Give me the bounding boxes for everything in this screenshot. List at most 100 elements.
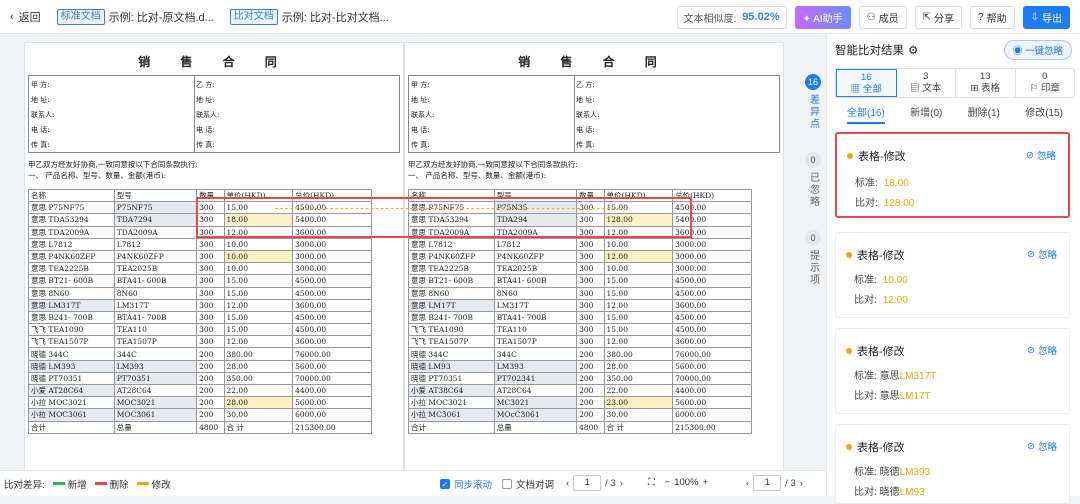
table-cell: 10.00 [223, 262, 294, 276]
table-cell: 小拉 MOC3021 [408, 396, 495, 410]
tab-deleted[interactable]: 删除(1) [968, 104, 1000, 124]
zoom-in-icon[interactable]: + [703, 477, 709, 488]
table-cell: 晓德 LM393 [28, 359, 115, 373]
standard-doc[interactable]: 标准文档 示例: 比对-原文档.d... [56, 8, 214, 25]
table-cell: 76000.00 [292, 347, 372, 361]
export-button[interactable]: ⇩ 导出 [1022, 5, 1070, 29]
table-row: 晓德 PT70351 PT70351 200 350.00 70000.00 [28, 371, 372, 386]
ai-icon: ✦ [802, 13, 811, 25]
diff-card[interactable]: 表格-修改 ⊘ 忽略 标准: 10.00 比对: 12.00 [835, 232, 1070, 318]
table-cell: 意思 BT21- 600B [408, 274, 495, 288]
modified-dot [847, 153, 853, 159]
table-row: 意思 8N60 8N60 300 15.00 4500.00 [408, 286, 752, 300]
diff-link-line [275, 208, 625, 209]
table-cell: 意思 P4NK60ZFP [28, 249, 115, 264]
sync-scroll-toggle[interactable]: ✓ 同步滚动 [440, 477, 492, 491]
table-row: 意思 TEA2225B TEA2025B 300 10.00 3000.00 [408, 262, 752, 276]
standard-value-row: 标准: 意思LM317T [854, 371, 937, 382]
table-cell: BTA41- 700B [113, 310, 198, 325]
share-button[interactable]: ⇱ 分享 [914, 5, 963, 29]
zoom-out-icon[interactable]: − [665, 477, 671, 488]
table-cell: 200 [196, 371, 225, 386]
nav-ignored[interactable]: 0 已忽略 [803, 152, 823, 208]
table-cell: 意思 P4NK60ZFP [408, 249, 495, 264]
table-row: 意思 P4NK60ZFP P4NK60ZFP 300 10.00 3000.00 [28, 249, 372, 264]
ignore-button[interactable]: ⊘ 忽略 [1027, 247, 1057, 262]
compare-doc[interactable]: 比对文档 示例: 比对-比对文档... [229, 8, 389, 25]
ai-assistant-button[interactable]: ✦ AI助手 [794, 5, 851, 29]
settings-icon[interactable]: ⚙ [908, 43, 918, 57]
cat-table[interactable]: 13 ⊞ 表格 [956, 69, 1016, 97]
table-cell: 300 [576, 237, 605, 251]
document-area[interactable]: 销 售 合 同 甲 方: 地 址: 联系人: 电 话: 传 真: 乙 方: 地 … [0, 34, 800, 470]
table-cell: 意思 LM317T [28, 298, 115, 312]
table-cell: BTA41- 600B [113, 274, 198, 288]
table-cell: 300 [576, 286, 605, 300]
table-cell: 10.00 [603, 262, 674, 276]
table-cell: 200 [576, 359, 605, 373]
table-cell: 300 [196, 237, 225, 251]
table-cell: 22.00 [223, 383, 294, 398]
table-cell: 小爱 AT28C64 [28, 383, 115, 398]
doc-swap-toggle[interactable]: 文档对调 [502, 477, 554, 491]
table-cell: 30.00 [603, 408, 674, 422]
member-button[interactable]: ⚇ 成员 [858, 5, 907, 29]
table-cell: 300 [576, 310, 605, 325]
tab-added[interactable]: 新增(0) [910, 104, 942, 124]
cat-all[interactable]: 16 ▦ 全部 [836, 69, 897, 97]
tab-all[interactable]: 全部(16) [847, 104, 885, 124]
chevron-right-icon[interactable]: › [620, 478, 623, 489]
nav-hints[interactable]: 0 提示项 [803, 230, 823, 286]
back-button[interactable]: ‹ 返回 [10, 9, 41, 25]
table-cell: 300 [196, 323, 225, 337]
table-cell: 4500.00 [292, 274, 372, 288]
compare-doc-tag: 比对文档 [229, 8, 278, 25]
ignore-all-button[interactable]: ◉ 一键忽略 [1003, 40, 1072, 60]
chevron-right-icon[interactable]: › [800, 478, 803, 489]
table-cell: 344C [493, 347, 578, 361]
table-cell: BTA41- 700B [493, 310, 578, 325]
sub-tabs: 全部(16) 新增(0) 删除(1) 修改(15) [835, 104, 1075, 124]
table-cell: 300 [576, 323, 605, 337]
diff-card[interactable]: 表格-修改 ⊘ 忽略 标准: 18.00 比对: 128.00 [835, 132, 1070, 218]
right-page-input[interactable]: 1 [753, 475, 782, 491]
table-cell: 300 [196, 335, 225, 349]
table-cell: 350.00 [223, 371, 294, 386]
table-row: 晓德 344C 344C 200 380.00 76000.00 [28, 347, 372, 361]
table-cell: TEA1507P [113, 335, 198, 349]
table-cell: 意思 8N60 [28, 286, 115, 300]
table-cell: 200 [196, 383, 225, 398]
diff-card[interactable]: 表格-修改 ⊘ 忽略 标准: 晓德LM393 比对: 晓德LM93 [835, 424, 1070, 504]
table-cell: 飞飞 TEA1507P [28, 335, 115, 349]
fit-screen-icon[interactable]: ⛶ [648, 477, 655, 488]
table-cell: 意思 L7812 [408, 237, 495, 251]
help-icon: ? [978, 11, 984, 23]
standard-doc-name: 示例: 比对-原文档.d... [108, 11, 214, 24]
ignore-button[interactable]: ⊘ 忽略 [1026, 148, 1056, 163]
similarity-value: 95.02% [742, 11, 780, 23]
table-cell: 意思 TEA2225B [408, 262, 495, 276]
table-row: 晓德 PT70351 PT702341 200 350.00 70000.00 [408, 371, 752, 386]
modified-dot [846, 444, 852, 450]
diff-card[interactable]: 表格-修改 ⊘ 忽略 标准: 意思LM317T 比对: 意思LM17T [835, 328, 1070, 414]
chevron-left-icon[interactable]: ‹ [566, 478, 569, 489]
help-button[interactable]: ? 帮助 [970, 5, 1015, 29]
cat-text[interactable]: 3 ▤ 文本 [897, 69, 956, 97]
table-cell: 200 [576, 347, 605, 361]
contract-title: 销 售 合 同 [138, 55, 290, 69]
table-cell: 12.00 [223, 298, 294, 312]
table-cell: MOC3021 [113, 396, 198, 410]
cat-seal[interactable]: 0 ⚐ 印章 [1016, 69, 1075, 97]
table-cell: 意思 TEA2225B [28, 262, 115, 276]
standard-value-row: 标准: 10.00 [854, 275, 908, 286]
chevron-left-icon[interactable]: ‹ [746, 478, 749, 489]
tab-modified[interactable]: 修改(15) [1025, 104, 1063, 124]
nav-diff-points[interactable]: 16 差异点 [803, 74, 823, 130]
standard-page: 销 售 合 同 甲 方: 地 址: 联系人: 电 话: 传 真: 乙 方: 地 … [24, 42, 404, 470]
table-cell: 12.00 [223, 335, 294, 349]
ignore-button[interactable]: ⊘ 忽略 [1027, 439, 1057, 454]
table-row: 晓德 LM393 LM393 200 28.00 5600.00 [28, 359, 372, 373]
ignore-button[interactable]: ⊘ 忽略 [1027, 343, 1057, 358]
left-page-input[interactable]: 1 [573, 475, 602, 491]
table-row: 意思 B241- 700B BTA41- 700B 300 15.00 4500.00 [408, 310, 752, 325]
